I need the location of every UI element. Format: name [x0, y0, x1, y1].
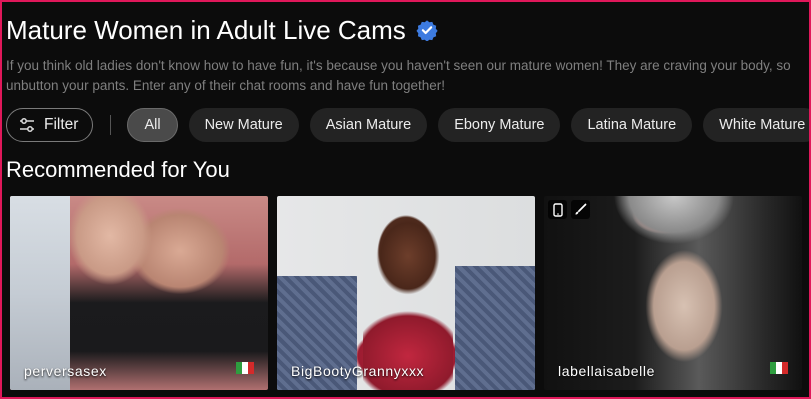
sliders-icon: [20, 118, 34, 132]
stream-figure: [363, 196, 453, 390]
mobile-icon: [548, 200, 567, 219]
username[interactable]: perversasex: [24, 363, 107, 379]
filter-button-label: Filter: [44, 116, 79, 133]
stream-feature-icons: [548, 200, 590, 219]
filter-divider: [110, 115, 112, 135]
section-heading: Recommended for You: [6, 157, 230, 182]
tag-asian-mature[interactable]: Asian Mature: [309, 108, 428, 142]
tag-all[interactable]: All: [127, 108, 178, 142]
italy-flag-icon: [770, 362, 788, 374]
tag-latina-mature[interactable]: Latina Mature: [571, 108, 693, 142]
tag-ebony-mature[interactable]: Ebony Mature: [438, 108, 561, 142]
tag-new-mature[interactable]: New Mature: [188, 108, 299, 142]
username[interactable]: labellaisabelle: [558, 363, 655, 379]
brush-icon: [571, 200, 590, 219]
stream-thumbnail: [10, 196, 70, 390]
page-title: Mature Women in Adult Live Cams: [6, 14, 406, 45]
verified-badge-icon: [416, 20, 438, 41]
cam-card[interactable]: BigBootyGrannyxxx: [277, 196, 535, 390]
stream-thumbnail-backdrop: [455, 266, 535, 390]
filter-button[interactable]: Filter: [6, 108, 94, 142]
cam-card[interactable]: labellaisabelle: [544, 196, 802, 390]
page-title-row: Mature Women in Adult Live Cams: [6, 14, 438, 46]
page-description: If you think old ladies don't know how t…: [6, 58, 791, 93]
tag-white-mature[interactable]: White Mature: [703, 108, 811, 142]
italy-flag-icon: [236, 362, 254, 374]
filter-bar: Filter All New Mature Asian Mature Ebony…: [6, 107, 811, 143]
cam-card[interactable]: perversasex: [10, 196, 268, 390]
stream-hair: [599, 196, 749, 286]
username[interactable]: BigBootyGrannyxxx: [291, 363, 424, 379]
